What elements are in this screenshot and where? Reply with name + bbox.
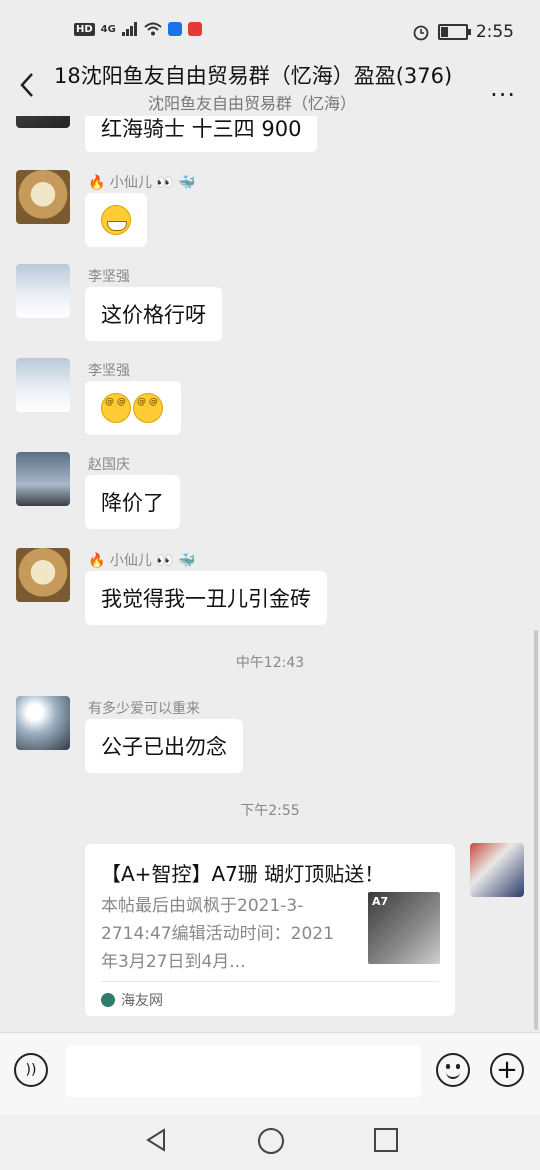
nav-home-icon[interactable] <box>258 1128 284 1154</box>
message-bubble[interactable] <box>85 381 181 435</box>
chat-title: 18沈阳鱼友自由贸易群（忆海）盈盈(376) <box>54 64 453 88</box>
hd-badge: HD <box>74 22 95 36</box>
avatar[interactable] <box>16 358 70 412</box>
avatar[interactable] <box>16 452 70 506</box>
status-left: HD 4G <box>74 22 202 36</box>
sender-name: 李坚强 <box>88 269 130 285</box>
app-notification-icon <box>187 22 202 36</box>
more-options-button[interactable]: ... <box>490 74 516 102</box>
battery-icon <box>437 24 471 40</box>
system-nav-bar <box>0 1114 540 1170</box>
timestamp: 中午12:43 <box>235 655 305 671</box>
avatar[interactable] <box>16 264 70 318</box>
avatar[interactable] <box>16 548 70 602</box>
link-card-description: 本帖最后由飒枫于2021-3-2714:47编辑活动时间：2021年3月27日到… <box>101 896 334 972</box>
nav-recent-icon[interactable] <box>374 1128 398 1152</box>
alarm-icon <box>413 25 429 41</box>
message-input[interactable] <box>66 1045 421 1097</box>
wifi-icon <box>144 22 162 36</box>
sender-name: 有多少爱可以重来 <box>88 701 200 717</box>
scrollbar[interactable] <box>534 630 538 1030</box>
sender-name: 🔥 小仙儿 👀 🐳 <box>88 553 196 569</box>
emoji-button[interactable] <box>436 1053 470 1087</box>
sender-name: 赵国庆 <box>88 457 130 473</box>
plus-button[interactable]: + <box>490 1053 524 1087</box>
link-card-title: 【A+智控】A7珊 瑚灯顶贴送！ <box>101 862 385 886</box>
message-bubble[interactable]: 这价格行呀 <box>85 287 222 341</box>
message-text: 公子已出勿念 <box>101 735 227 759</box>
message-text: 我觉得我一丑儿引金砖 <box>101 587 311 611</box>
chevron-left-icon[interactable] <box>16 70 40 100</box>
message-text: 降价了 <box>101 491 164 515</box>
avatar[interactable] <box>16 116 70 128</box>
source-logo-icon <box>101 993 115 1007</box>
grin-emoji-icon <box>101 205 131 235</box>
avatar[interactable] <box>16 696 70 750</box>
my-avatar[interactable] <box>470 843 524 897</box>
network-label: 4G <box>100 23 116 35</box>
voice-input-button[interactable]: )) <box>14 1053 48 1087</box>
dizzy-emoji-icon <box>133 393 163 423</box>
message-bubble[interactable] <box>85 193 147 247</box>
message-text: 红海骑士 十三四 900 <box>101 117 302 141</box>
chat-messages[interactable]: 红海骑士 十三四 900 🔥 小仙儿 👀 🐳 李坚强 这价格行呀 李坚强 赵国庆… <box>0 116 540 1032</box>
nav-back-icon[interactable] <box>144 1128 168 1152</box>
message-bubble[interactable]: 降价了 <box>85 475 180 529</box>
chat-subtitle: 沈阳鱼友自由贸易群（忆海） <box>148 94 357 113</box>
dizzy-emoji-icon <box>101 393 131 423</box>
shield-icon <box>167 22 182 36</box>
chat-header: 18沈阳鱼友自由贸易群（忆海）盈盈(376) 沈阳鱼友自由贸易群（忆海） ... <box>0 56 540 116</box>
status-right: 2:55 <box>412 22 514 42</box>
sender-name: 李坚强 <box>88 363 130 379</box>
thumbnail-label: A7 <box>372 895 389 908</box>
message-bubble[interactable]: 红海骑士 十三四 900 <box>85 116 318 152</box>
voice-icon: )) <box>25 1062 37 1078</box>
message-text: 这价格行呀 <box>101 303 206 327</box>
divider <box>101 981 439 982</box>
clock-time: 2:55 <box>475 22 514 42</box>
link-card-source: 海友网 <box>101 990 163 1010</box>
avatar[interactable] <box>16 170 70 224</box>
signal-icon <box>121 22 137 36</box>
link-card[interactable]: 【A+智控】A7珊 瑚灯顶贴送！ 本帖最后由飒枫于2021-3-2714:47编… <box>85 844 455 1016</box>
input-bar: )) + <box>0 1032 540 1115</box>
link-card-thumbnail: A7 <box>368 892 440 964</box>
timestamp: 下午2:55 <box>240 803 300 819</box>
source-label: 海友网 <box>121 993 163 1009</box>
sender-name: 🔥 小仙儿 👀 🐳 <box>88 175 196 191</box>
message-bubble[interactable]: 公子已出勿念 <box>85 719 243 773</box>
message-bubble[interactable]: 我觉得我一丑儿引金砖 <box>85 571 327 625</box>
